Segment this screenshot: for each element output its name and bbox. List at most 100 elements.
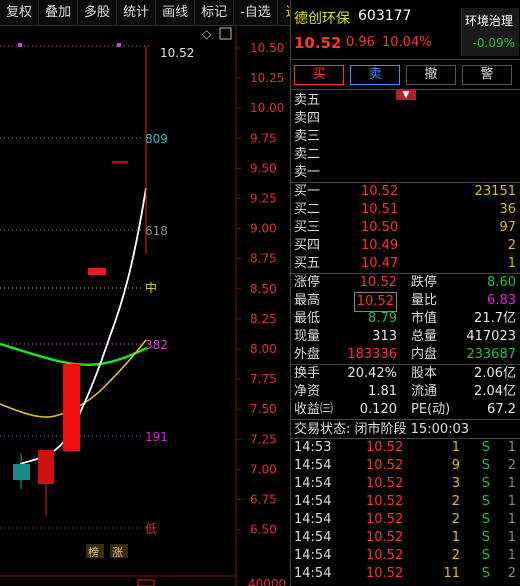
toolbar-overlay-button[interactable]: 叠加 (39, 0, 79, 26)
stat-label: 最高 (294, 293, 321, 308)
ask-row: 卖五 (291, 92, 520, 110)
bid-book: 买一 10.52 23151 买二 10.51 36 买三 10.50 97 买四 10.49… (291, 182, 520, 273)
annotation-block (88, 268, 106, 275)
ma-fast-line (19, 187, 147, 465)
bid-row: 买一 10.52 23151 (291, 183, 520, 201)
bid-label: 买三 (294, 220, 321, 235)
bid-row: 买五 10.47 1 (291, 255, 520, 273)
tick-price: 10.52 (366, 458, 404, 473)
stat-value: 20.42% (347, 366, 397, 381)
stat-row: 收益㈢ 0.120 PE(动) 67.2 (291, 401, 520, 419)
price-axis-label: 7.50 (250, 402, 277, 416)
sector-change-pct: -0.09% (472, 36, 515, 50)
ask-row: 卖三 (291, 128, 520, 146)
kline-chart[interactable]: ◇ 10.52 809 618 中 382 191 低 10.50 10.25 … (0, 26, 290, 586)
signal-marker (117, 43, 121, 47)
stat-value: 2.06亿 (474, 366, 516, 381)
cancel-order-button[interactable]: 撤 (406, 64, 456, 85)
price-change: 0.96 (346, 35, 375, 50)
tick-price: 10.52 (366, 494, 404, 509)
price-stats: 涨停 10.52 跌停 8.60 最高 10.52 量比 6.83 最低 8.79 市值 21.7亿现… (291, 273, 520, 364)
trade-actions: 买 卖 撤 警 (291, 60, 520, 90)
tick-volume: 9 (451, 458, 460, 473)
ask-label: 卖三 (294, 129, 321, 144)
bid-price: 10.52 (361, 184, 399, 199)
diamond-icon[interactable]: ◇ (202, 27, 212, 41)
price-axis-label: 6.50 (250, 523, 277, 537)
tick-count: 1 (507, 548, 516, 563)
tick-row: 14:54 10.52 9 S 2 (291, 457, 520, 475)
stat-value: 0.120 (359, 402, 397, 417)
toolbar-multi-stock-button[interactable]: 多股 (78, 0, 118, 26)
stat-row: 最低 8.79 市值 21.7亿 (291, 310, 520, 328)
price-axis-label: 10.00 (250, 101, 284, 115)
stat-label: 净资 (294, 384, 321, 399)
tick-volume: 1 (451, 530, 460, 545)
stat-value: 8.60 (487, 275, 516, 290)
sector-card[interactable]: 环境治理 -0.09% (461, 8, 519, 56)
tick-side: S (481, 512, 490, 527)
ma-slow-line (0, 342, 148, 366)
bid-label: 买四 (294, 238, 321, 253)
tick-side: S (481, 548, 490, 563)
tick-volume: 11 (443, 566, 460, 581)
stat-row: 现量 313 总量 417023 (291, 328, 520, 346)
toolbar-restore-button[interactable]: 复权 (0, 0, 40, 26)
stock-name[interactable]: 德创环保 (294, 8, 350, 28)
ask-row: 卖四 (291, 110, 520, 128)
maximize-icon[interactable] (219, 27, 232, 40)
tick-time: 14:54 (294, 548, 332, 563)
bid-price: 10.50 (361, 220, 399, 235)
trade-status: 交易状态: 闭市阶段 15:00:03 (291, 419, 520, 439)
fundamental-stats: 换手 20.42% 股本 2.06亿 净资 1.81 流通 2.04亿 收益㈢ 0.120 PE(动… (291, 364, 520, 419)
stat-row: 最高 10.52 量比 6.83 (291, 292, 520, 312)
volume-bar (137, 579, 155, 586)
fib-label-382: 382 (145, 338, 168, 352)
quote-panel: 德创环保 603177 10.52 0.96 10.04% 环境治理 -0.09… (290, 0, 520, 586)
tick-row: 14:54 10.52 3 S 1 (291, 475, 520, 493)
ask-row: 卖一 (291, 164, 520, 182)
tick-side: S (481, 494, 490, 509)
tick-side: S (481, 530, 490, 545)
price-axis-label: 7.25 (250, 432, 277, 446)
stat-value: 10.52 (359, 275, 397, 290)
buy-button[interactable]: 买 (294, 64, 344, 85)
toolbar-draw-line-button[interactable]: 画线 (156, 0, 196, 26)
tick-time: 14:54 (294, 530, 332, 545)
tick-price: 10.52 (366, 476, 404, 491)
quote-header: 德创环保 603177 10.52 0.96 10.04% 环境治理 -0.09… (291, 0, 520, 60)
rank-badge[interactable]: 榜 (88, 545, 99, 559)
sell-button[interactable]: 卖 (350, 64, 400, 85)
ask-book: ▼ 卖五 卖四 卖三 卖二 卖一 (291, 90, 520, 182)
volume-axis-label: 40000 (248, 577, 286, 586)
stat-row: 换手 20.42% 股本 2.06亿 (291, 365, 520, 383)
tick-price: 10.52 (366, 530, 404, 545)
ask-label: 卖一 (294, 165, 321, 180)
tick-time: 14:54 (294, 566, 332, 581)
price-axis-label: 8.00 (250, 342, 277, 356)
price-axis-label: 9.00 (250, 222, 277, 236)
bid-volume: 2 (507, 238, 516, 253)
bid-row: 买三 10.50 97 (291, 219, 520, 237)
toolbar-stats-button[interactable]: 统计 (117, 0, 157, 26)
bid-label: 买一 (294, 184, 321, 199)
toolbar-remove-watchlist-button[interactable]: -自选 (234, 0, 278, 26)
tick-list[interactable]: 14:53 10.52 1 S 1 14:54 10.52 9 S 2 14:54 10.52 3 S 1 1… (291, 439, 520, 583)
toolbar-mark-button[interactable]: 标记 (195, 0, 235, 26)
stat-value: 2.04亿 (474, 384, 516, 399)
fib-label-low: 低 (145, 522, 157, 536)
stat-row: 外盘 183336 内盘 233687 (291, 346, 520, 364)
price-axis-label: 7.00 (250, 462, 277, 476)
tick-row: 14:54 10.52 1 S 1 (291, 529, 520, 547)
stat-value: 21.7亿 (474, 311, 516, 326)
current-price: 10.52 (294, 34, 342, 52)
stat-label: 换手 (294, 366, 321, 381)
tick-volume: 1 (451, 440, 460, 455)
alert-button[interactable]: 警 (462, 64, 512, 85)
tick-side: S (481, 440, 490, 455)
trade-status-value: 闭市阶段 15:00:03 (354, 422, 470, 437)
price-axis-label: 9.25 (250, 192, 277, 206)
stat-label: 涨停 (294, 275, 321, 290)
stat-label: 总量 (411, 329, 438, 344)
limit-badge[interactable]: 涨 (112, 546, 123, 559)
